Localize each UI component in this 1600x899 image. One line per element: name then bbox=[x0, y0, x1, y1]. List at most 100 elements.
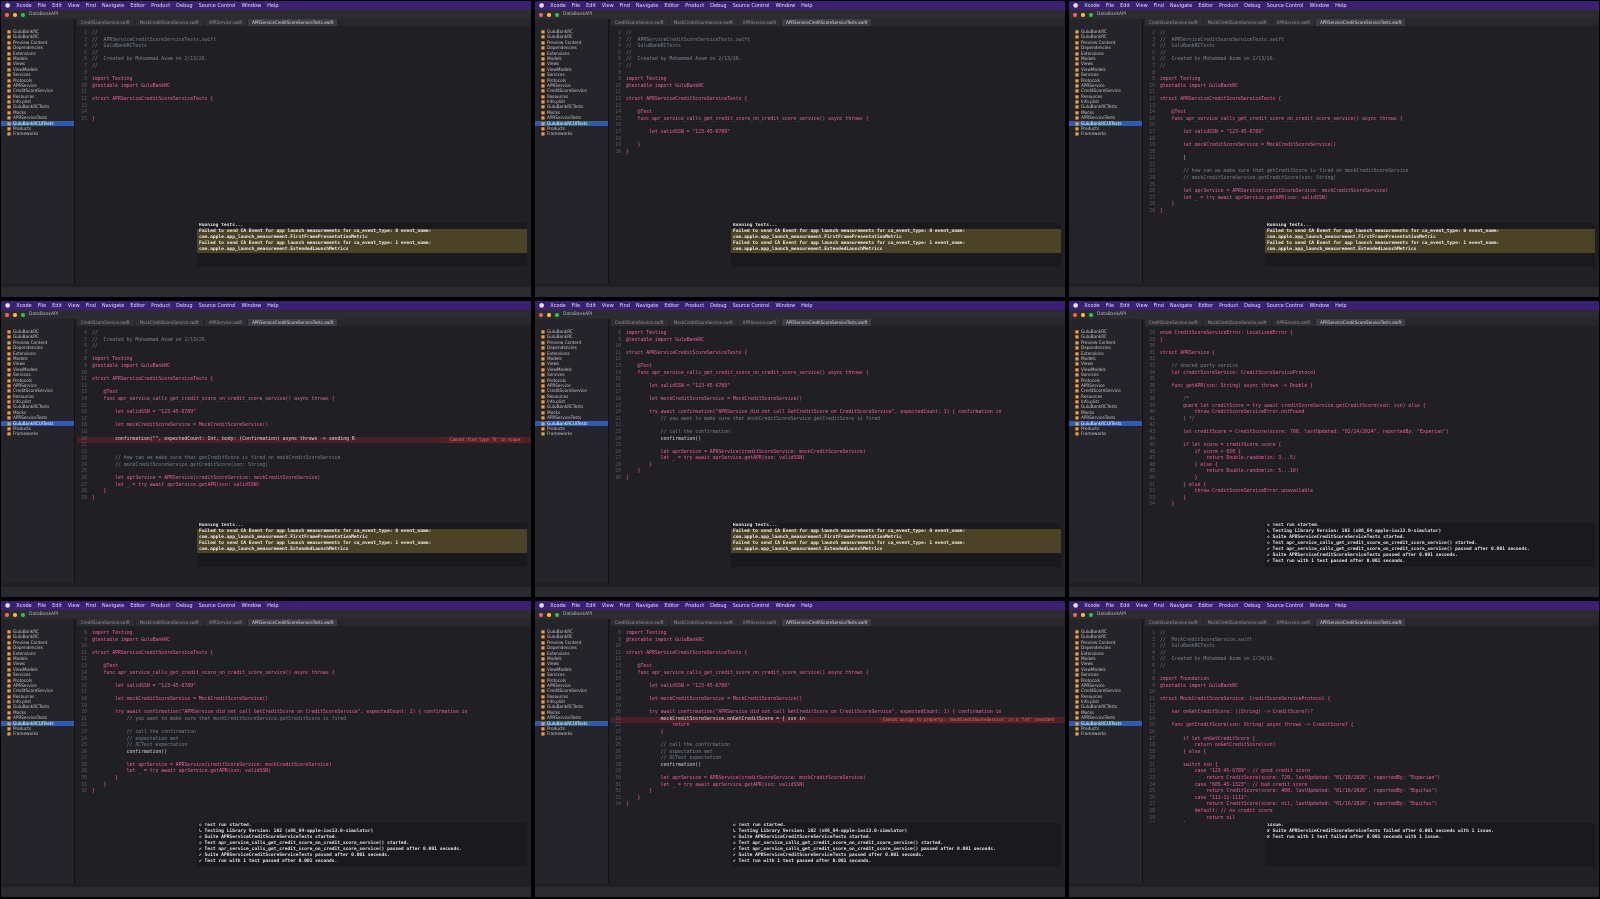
menu-item[interactable]: Debug bbox=[710, 3, 726, 9]
window-control-icon[interactable] bbox=[1089, 312, 1093, 317]
menu-item[interactable]: Debug bbox=[176, 303, 192, 309]
window-control-icon[interactable] bbox=[1089, 12, 1093, 17]
menu-item[interactable]: Source Control bbox=[199, 603, 236, 609]
apple-icon[interactable]: ● bbox=[5, 2, 10, 9]
menu-item[interactable]: Edit bbox=[586, 3, 596, 9]
menu-item[interactable]: Help bbox=[267, 303, 278, 309]
menu-item[interactable]: Xcode bbox=[550, 3, 565, 9]
editor-tab[interactable]: APRServiceCreditScoreServiceTests.swift bbox=[782, 319, 872, 326]
menu-item[interactable]: Product bbox=[685, 603, 704, 609]
menu-item[interactable]: Find bbox=[620, 303, 630, 309]
menu-item[interactable]: View bbox=[602, 3, 614, 9]
menu-item[interactable]: Window bbox=[1309, 303, 1329, 309]
menu-item[interactable]: Editor bbox=[130, 3, 145, 9]
menu-item[interactable]: Xcode bbox=[1084, 603, 1099, 609]
editor-tab[interactable]: MockCreditScoreService.swift bbox=[135, 319, 203, 326]
editor-tab[interactable]: APRService.swift bbox=[1272, 19, 1315, 26]
menu-item[interactable]: Edit bbox=[1120, 603, 1130, 609]
code-editor[interactable]: 8 import Testing 9 @testable import GuluBan… bbox=[611, 327, 1065, 522]
menu-item[interactable]: Editor bbox=[130, 303, 145, 309]
menu-item[interactable]: Window bbox=[775, 303, 795, 309]
menu-item[interactable]: Help bbox=[801, 303, 812, 309]
menu-item[interactable]: Source Control bbox=[199, 3, 236, 9]
menu-item[interactable]: Help bbox=[1335, 303, 1346, 309]
menu-item[interactable]: Xcode bbox=[16, 303, 31, 309]
menu-item[interactable]: Window bbox=[241, 603, 261, 609]
editor-tab[interactable]: CreditScoreService.swift bbox=[611, 19, 668, 26]
menu-item[interactable]: Debug bbox=[176, 3, 192, 9]
menu-item[interactable]: Debug bbox=[1244, 603, 1260, 609]
menu-item[interactable]: Product bbox=[1219, 603, 1238, 609]
window-control-icon[interactable] bbox=[555, 312, 559, 317]
menu-item[interactable]: Find bbox=[620, 603, 630, 609]
menu-item[interactable]: File bbox=[38, 303, 46, 309]
menu-item[interactable]: Navigate bbox=[102, 303, 124, 309]
menu-item[interactable]: Navigate bbox=[102, 3, 124, 9]
menu-item[interactable]: File bbox=[38, 603, 46, 609]
editor-tab[interactable]: MockCreditScoreService.swift bbox=[1203, 19, 1271, 26]
editor-tab[interactable]: CreditScoreService.swift bbox=[1145, 319, 1202, 326]
apple-icon[interactable]: ● bbox=[1073, 302, 1078, 309]
menu-item[interactable]: File bbox=[572, 3, 580, 9]
window-control-icon[interactable] bbox=[13, 612, 17, 617]
menu-item[interactable]: File bbox=[1106, 303, 1114, 309]
menu-item[interactable]: File bbox=[1106, 3, 1114, 9]
window-control-icon[interactable] bbox=[547, 12, 551, 17]
menu-item[interactable]: Editor bbox=[664, 3, 679, 9]
apple-icon[interactable]: ● bbox=[539, 2, 544, 9]
editor-tab[interactable]: APRService.swift bbox=[1272, 619, 1315, 626]
menu-item[interactable]: Help bbox=[267, 603, 278, 609]
editor-tab[interactable]: APRServiceCreditScoreServiceTests.swift bbox=[248, 619, 338, 626]
editor-tab[interactable]: APRServiceCreditScoreServiceTests.swift bbox=[782, 19, 872, 26]
menu-item[interactable]: Navigate bbox=[1170, 603, 1192, 609]
menu-item[interactable]: Debug bbox=[710, 303, 726, 309]
menu-item[interactable]: View bbox=[68, 3, 80, 9]
navigator-item[interactable]: ■ Frameworks bbox=[535, 131, 608, 136]
menu-item[interactable]: Find bbox=[620, 3, 630, 9]
menu-item[interactable]: Find bbox=[1154, 603, 1164, 609]
menu-item[interactable]: Window bbox=[241, 3, 261, 9]
apple-icon[interactable]: ● bbox=[1073, 602, 1078, 609]
navigator-item[interactable]: ■ Frameworks bbox=[1, 731, 74, 736]
code-editor[interactable]: 1//2// MockCreditScoreService.swift 3// G… bbox=[1145, 627, 1599, 822]
editor-tab[interactable]: CreditScoreService.swift bbox=[611, 319, 668, 326]
window-control-icon[interactable] bbox=[555, 12, 559, 17]
menu-item[interactable]: Find bbox=[86, 3, 96, 9]
window-control-icon[interactable] bbox=[5, 312, 9, 317]
code-editor[interactable]: 8 import Testing 9 @testable import GuluBan… bbox=[611, 627, 1065, 822]
menu-item[interactable]: Debug bbox=[176, 603, 192, 609]
menu-item[interactable]: Navigate bbox=[102, 603, 124, 609]
menu-item[interactable]: Debug bbox=[710, 603, 726, 609]
menu-item[interactable]: View bbox=[602, 303, 614, 309]
code-editor[interactable]: 2//3// APRServiceCreditScoreServiceTests… bbox=[1145, 27, 1599, 222]
menu-item[interactable]: Source Control bbox=[733, 3, 770, 9]
editor-tab[interactable]: CreditScoreService.swift bbox=[77, 319, 134, 326]
menu-item[interactable]: Window bbox=[775, 603, 795, 609]
menu-item[interactable]: Navigate bbox=[636, 603, 658, 609]
editor-tab[interactable]: APRService.swift bbox=[738, 619, 781, 626]
menu-item[interactable]: Edit bbox=[52, 603, 62, 609]
menu-item[interactable]: File bbox=[38, 3, 46, 9]
code-editor[interactable]: 4//5// Created by Mohammad Azam on 2/13/… bbox=[77, 327, 531, 522]
menu-item[interactable]: Find bbox=[86, 303, 96, 309]
menu-item[interactable]: Source Control bbox=[733, 303, 770, 309]
menu-item[interactable]: View bbox=[1136, 603, 1148, 609]
menu-item[interactable]: Help bbox=[267, 3, 278, 9]
window-control-icon[interactable] bbox=[547, 312, 551, 317]
editor-tab[interactable]: MockCreditScoreService.swift bbox=[1203, 619, 1271, 626]
menu-item[interactable]: View bbox=[1136, 303, 1148, 309]
editor-tab[interactable]: MockCreditScoreService.swift bbox=[1203, 319, 1271, 326]
menu-item[interactable]: Xcode bbox=[550, 603, 565, 609]
menu-item[interactable]: Product bbox=[685, 303, 704, 309]
menu-item[interactable]: File bbox=[572, 303, 580, 309]
window-control-icon[interactable] bbox=[1081, 612, 1085, 617]
editor-tab[interactable]: CreditScoreService.swift bbox=[77, 19, 134, 26]
window-control-icon[interactable] bbox=[21, 12, 25, 17]
navigator-item[interactable]: ■ Frameworks bbox=[1069, 731, 1142, 736]
window-control-icon[interactable] bbox=[13, 12, 17, 17]
menu-item[interactable]: Edit bbox=[52, 3, 62, 9]
menu-item[interactable]: Debug bbox=[1244, 3, 1260, 9]
menu-item[interactable]: Navigate bbox=[1170, 3, 1192, 9]
editor-tab[interactable]: APRServiceCreditScoreServiceTests.swift bbox=[1316, 619, 1406, 626]
menu-item[interactable]: Navigate bbox=[636, 303, 658, 309]
